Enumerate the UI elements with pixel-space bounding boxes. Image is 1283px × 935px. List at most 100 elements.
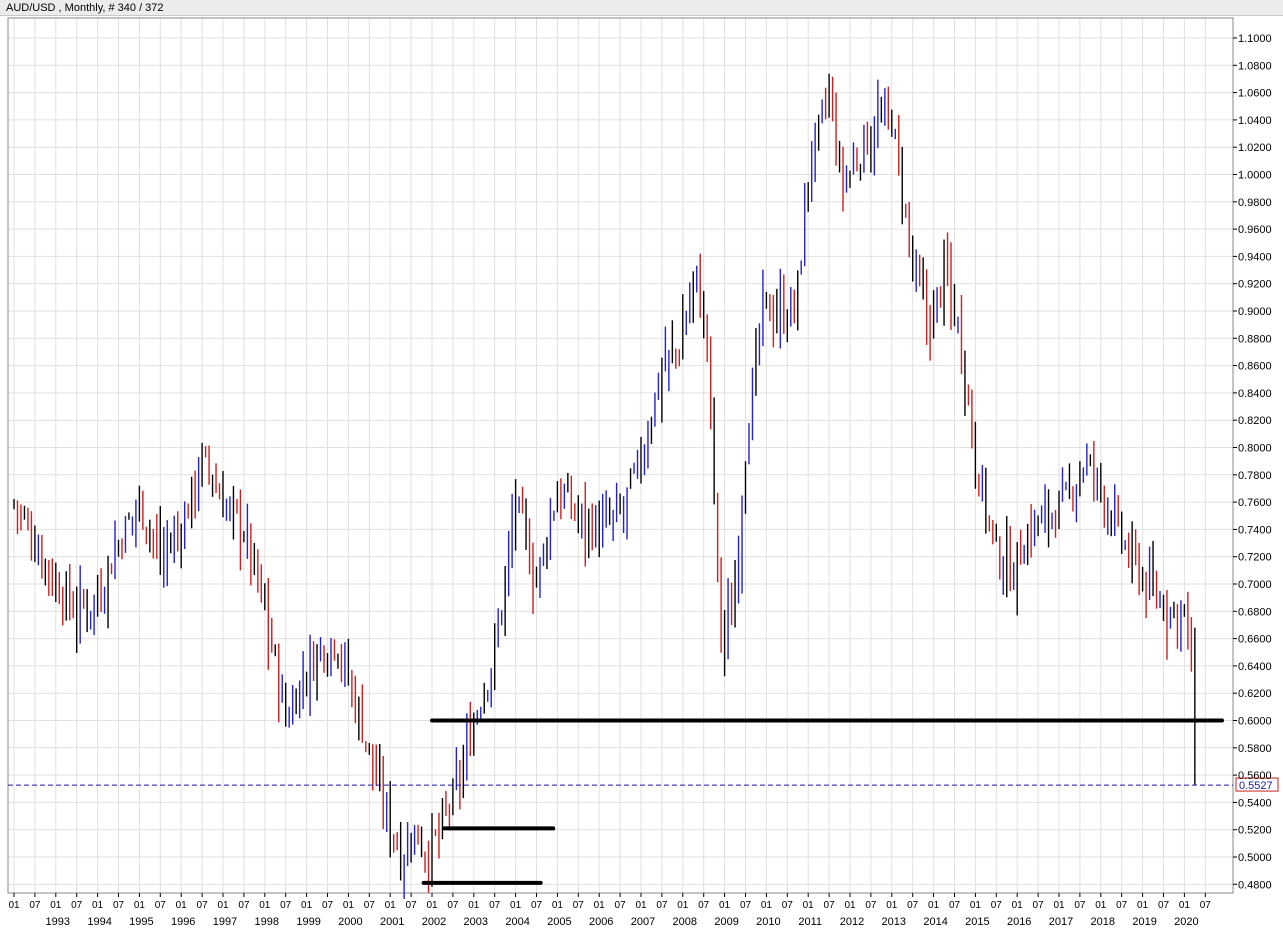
chart-svg[interactable]: 0.5527 1.10001.08001.06001.04001.02001.0… <box>0 0 1283 935</box>
y-tick-label: 0.7400 <box>1238 524 1272 536</box>
y-tick-label: 1.0600 <box>1238 88 1272 100</box>
x-month-label: 01 <box>844 900 856 911</box>
y-tick-label: 0.6800 <box>1238 606 1272 618</box>
x-month-label: 07 <box>238 900 250 911</box>
y-tick-label: 1.1000 <box>1238 33 1272 45</box>
y-tick-label: 0.7000 <box>1238 579 1272 591</box>
x-year-label: 2015 <box>965 916 989 928</box>
y-tick-label: 0.8200 <box>1238 415 1272 427</box>
x-month-label: 01 <box>594 900 606 911</box>
x-month-label: 07 <box>71 900 83 911</box>
x-year-label: 1998 <box>255 916 279 928</box>
x-month-label: 07 <box>782 900 794 911</box>
x-year-label: 2008 <box>673 916 697 928</box>
x-month-label: 01 <box>677 900 689 911</box>
x-month-label: 07 <box>364 900 376 911</box>
y-tick-label: 0.5000 <box>1238 852 1272 864</box>
x-month-label: 07 <box>991 900 1003 911</box>
x-year-label: 2016 <box>1007 916 1031 928</box>
x-month-label: 07 <box>949 900 961 911</box>
x-month-label: 01 <box>719 900 731 911</box>
x-year-label: 2013 <box>882 916 906 928</box>
x-month-label: 01 <box>552 900 564 911</box>
x-year-label: 2001 <box>380 916 404 928</box>
x-month-label: 01 <box>8 900 20 911</box>
x-month-label: 07 <box>155 900 167 911</box>
x-month-label: 01 <box>301 900 313 911</box>
x-month-label: 01 <box>1012 900 1024 911</box>
x-year-label: 2002 <box>422 916 446 928</box>
x-year-label: 2009 <box>714 916 738 928</box>
x-year-label: 2010 <box>756 916 780 928</box>
x-month-label: 01 <box>635 900 647 911</box>
y-tick-label: 0.6000 <box>1238 716 1272 728</box>
x-month-label: 01 <box>1053 900 1065 911</box>
x-month-label: 07 <box>573 900 585 911</box>
y-tick-label: 0.6600 <box>1238 634 1272 646</box>
y-tick-label: 0.4800 <box>1238 879 1272 891</box>
x-month-label: 07 <box>1074 900 1086 911</box>
y-tick-label: 0.5800 <box>1238 743 1272 755</box>
x-month-label: 01 <box>1179 900 1191 911</box>
y-tick-label: 0.6400 <box>1238 661 1272 673</box>
y-tick-label: 0.5600 <box>1238 770 1272 782</box>
x-month-label: 01 <box>970 900 982 911</box>
x-month-label: 07 <box>29 900 41 911</box>
x-month-label: 07 <box>406 900 418 911</box>
x-year-label: 2005 <box>547 916 571 928</box>
x-year-label: 1997 <box>213 916 237 928</box>
x-month-label: 01 <box>134 900 146 911</box>
x-month-label: 01 <box>343 900 355 911</box>
x-month-label: 01 <box>1095 900 1107 911</box>
y-tick-label: 1.0400 <box>1238 115 1272 127</box>
x-month-label: 01 <box>928 900 940 911</box>
x-month-label: 07 <box>447 900 459 911</box>
x-month-label: 07 <box>197 900 209 911</box>
x-month-label: 07 <box>656 900 668 911</box>
x-year-label: 2019 <box>1132 916 1156 928</box>
x-year-label: 2014 <box>923 916 947 928</box>
x-year-label: 1994 <box>87 916 111 928</box>
x-month-label: 01 <box>385 900 397 911</box>
x-month-label: 01 <box>176 900 188 911</box>
x-year-label: 2000 <box>338 916 362 928</box>
x-year-label: 2012 <box>840 916 864 928</box>
x-month-label: 07 <box>698 900 710 911</box>
x-month-label: 01 <box>468 900 480 911</box>
x-year-label: 2020 <box>1174 916 1198 928</box>
x-month-label: 07 <box>113 900 125 911</box>
y-tick-label: 0.5200 <box>1238 825 1272 837</box>
x-month-label: 07 <box>1116 900 1128 911</box>
x-month-label: 01 <box>50 900 62 911</box>
y-tick-label: 0.9200 <box>1238 279 1272 291</box>
x-year-label: 2007 <box>631 916 655 928</box>
x-month-label: 01 <box>886 900 898 911</box>
y-tick-label: 0.8000 <box>1238 443 1272 455</box>
x-year-label: 2003 <box>464 916 488 928</box>
y-tick-label: 0.7200 <box>1238 552 1272 564</box>
y-tick-label: 1.0800 <box>1238 60 1272 72</box>
x-year-label: 2018 <box>1091 916 1115 928</box>
x-year-label: 1999 <box>296 916 320 928</box>
x-year-label: 2011 <box>798 916 822 928</box>
y-tick-label: 0.5400 <box>1238 797 1272 809</box>
x-month-label: 07 <box>740 900 752 911</box>
x-month-label: 07 <box>865 900 877 911</box>
x-month-label: 01 <box>217 900 229 911</box>
x-month-label: 07 <box>907 900 919 911</box>
y-tick-label: 1.0000 <box>1238 170 1272 182</box>
x-month-label: 01 <box>92 900 104 911</box>
window-title: AUD/USD , Monthly, # 340 / 372 <box>0 0 1283 16</box>
y-tick-label: 0.9000 <box>1238 306 1272 318</box>
x-year-label: 1993 <box>46 916 70 928</box>
y-tick-label: 0.7600 <box>1238 497 1272 509</box>
x-month-label: 01 <box>259 900 271 911</box>
y-tick-label: 0.9400 <box>1238 251 1272 263</box>
y-tick-label: 0.7800 <box>1238 470 1272 482</box>
x-month-label: 07 <box>615 900 627 911</box>
chart-window: 0.5527 1.1000 1.0800 1.0600 1.0400 1.0200 1.0… <box>0 0 1283 935</box>
x-month-label: 07 <box>322 900 334 911</box>
x-year-label: 1995 <box>129 916 153 928</box>
x-month-label: 07 <box>824 900 836 911</box>
x-month-label: 01 <box>426 900 438 911</box>
